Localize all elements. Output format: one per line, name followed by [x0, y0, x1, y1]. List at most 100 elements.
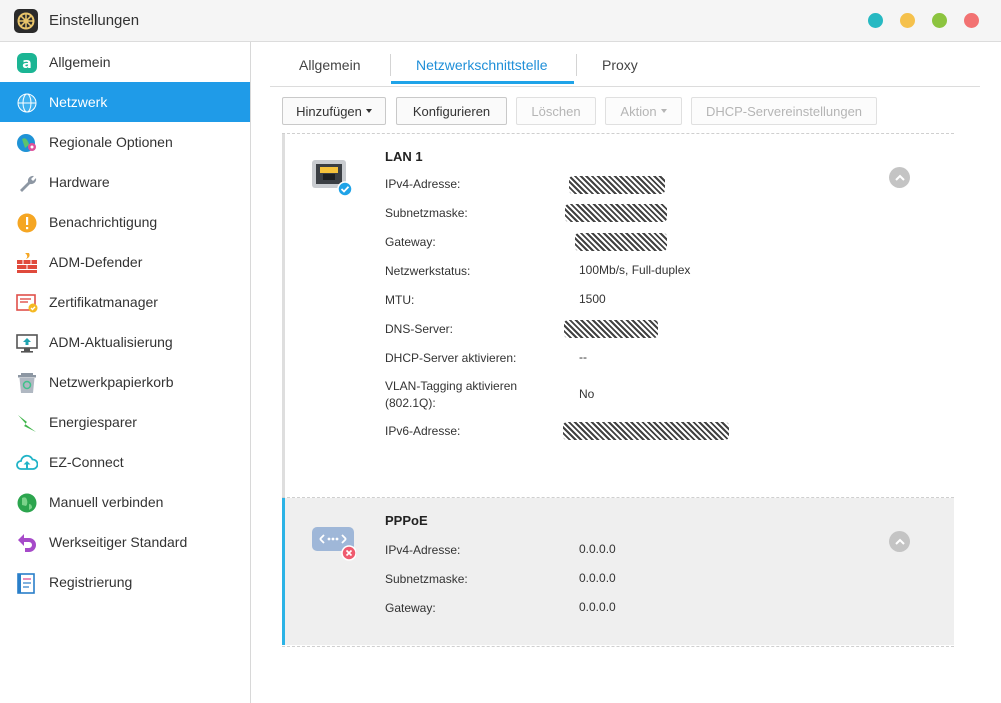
- svg-text:a: a: [22, 56, 31, 72]
- sidebar-item-allgemein[interactable]: a Allgemein: [0, 42, 250, 82]
- clipboard-icon: [17, 573, 35, 594]
- sidebar-item-adm-aktualisierung[interactable]: ADM-Aktualisierung: [0, 322, 250, 362]
- redacted-value: [569, 176, 665, 194]
- lan1-ipv4-label: IPv4-Adresse:: [385, 177, 461, 191]
- sidebar-item-adm-defender[interactable]: ADM-Defender: [0, 242, 250, 282]
- sidebar-item-label: Hardware: [49, 174, 110, 190]
- lan1-network-status-label: Netzwerkstatus:: [385, 264, 471, 278]
- sidebar-item-label: Manuell verbinden: [49, 494, 164, 510]
- alert-icon: [17, 213, 37, 233]
- sidebar-item-label: ADM-Defender: [49, 254, 143, 270]
- sidebar-item-label: Zertifikatmanager: [49, 294, 158, 310]
- lan1-title: LAN 1: [385, 149, 423, 164]
- lightning-icon: [18, 415, 36, 432]
- pppoe-subnet-label: Subnetzmaske:: [385, 572, 468, 586]
- lan1-dns-label: DNS-Server:: [385, 322, 454, 336]
- title-bar: Einstellungen: [0, 0, 1001, 42]
- redacted-value: [564, 320, 658, 338]
- lan1-dhcp-label: DHCP-Server aktivieren:: [385, 351, 517, 365]
- lan1-gateway-label: Gateway:: [385, 235, 436, 249]
- minimize-button[interactable]: [900, 13, 915, 28]
- sidebar-item-energiesparer[interactable]: Energiesparer: [0, 402, 250, 442]
- tab-allgemein[interactable]: Allgemein: [299, 57, 360, 73]
- pppoe-collapse-button[interactable]: [889, 531, 910, 552]
- add-button-label: Hinzufügen: [296, 103, 362, 119]
- lan1-ipv6-label: IPv6-Adresse:: [385, 424, 461, 438]
- sidebar-item-label: Regionale Optionen: [49, 134, 173, 150]
- window-title: Einstellungen: [49, 12, 140, 29]
- lan1-vlan-label: VLAN-Tagging aktivieren: [385, 379, 518, 393]
- delete-button[interactable]: Löschen: [516, 97, 596, 125]
- divider: [282, 646, 954, 647]
- sidebar-item-regionale-optionen[interactable]: Regionale Optionen: [0, 122, 250, 162]
- delete-button-label: Löschen: [531, 103, 581, 119]
- settings-app-icon: [14, 9, 38, 33]
- sidebar-item-label: EZ-Connect: [49, 454, 124, 470]
- sidebar-item-netzwerk[interactable]: Netzwerk: [0, 82, 250, 122]
- action-button[interactable]: Aktion: [605, 97, 682, 125]
- sidebar-item-label: Benachrichtigung: [49, 214, 158, 230]
- redacted-value: [575, 233, 667, 251]
- firewall-icon: [17, 253, 37, 273]
- sidebar-item-ez-connect[interactable]: EZ-Connect: [0, 442, 250, 482]
- sidebar-item-label: Netzwerkpapierkorb: [49, 374, 174, 390]
- chevron-down-icon: [660, 109, 667, 113]
- help-button[interactable]: [868, 13, 883, 28]
- sidebar-item-benachrichtigung[interactable]: Benachrichtigung: [0, 202, 250, 242]
- sidebar-item-registrierung[interactable]: Registrierung: [0, 562, 250, 602]
- sidebar-item-label: Registrierung: [49, 574, 133, 590]
- pppoe-gateway-value: 0.0.0.0: [579, 600, 616, 614]
- undo-arrow-icon: [18, 534, 36, 552]
- sidebar-item-zertifikatmanager[interactable]: Zertifikatmanager: [0, 282, 250, 322]
- card-left-bar: [282, 134, 285, 497]
- pppoe-card[interactable]: PPPoE IPv4-Adresse: 0.0.0.0 Subnetzmaske…: [282, 498, 954, 645]
- maximize-button[interactable]: [932, 13, 947, 28]
- asustor-a-icon: a: [17, 53, 37, 73]
- pppoe-gateway-label: Gateway:: [385, 601, 436, 615]
- sidebar-item-manuell-verbinden[interactable]: Manuell verbinden: [0, 482, 250, 522]
- lan1-dhcp-value: --: [579, 350, 587, 364]
- sidebar-item-label: Netzwerk: [49, 94, 108, 110]
- sidebar-item-label: Allgemein: [49, 54, 111, 70]
- main-panel: Allgemein Netzwerkschnittstelle Proxy Hi…: [252, 42, 1001, 703]
- add-button[interactable]: Hinzufügen: [282, 97, 386, 125]
- lan1-network-status-value: 100Mb/s, Full-duplex: [579, 263, 691, 277]
- configure-button[interactable]: Konfigurieren: [396, 97, 507, 125]
- dhcp-settings-button[interactable]: DHCP-Servereinstellungen: [691, 97, 877, 125]
- pppoe-connection-icon: [312, 527, 356, 561]
- dhcp-settings-button-label: DHCP-Servereinstellungen: [705, 103, 863, 119]
- lan1-subnet-label: Subnetzmaske:: [385, 206, 468, 220]
- globe-green-icon: [17, 493, 37, 513]
- tab-proxy[interactable]: Proxy: [602, 57, 638, 73]
- tab-divider: [576, 54, 577, 76]
- tab-netzwerkschnittstelle[interactable]: Netzwerkschnittstelle: [416, 57, 548, 73]
- sidebar-item-label: ADM-Aktualisierung: [49, 334, 173, 350]
- lan1-vlan-value: No: [579, 387, 595, 401]
- action-button-label: Aktion: [620, 103, 657, 119]
- redacted-value: [565, 204, 667, 222]
- sidebar-item-werkseitiger-standard[interactable]: Werkseitiger Standard: [0, 522, 250, 562]
- ethernet-port-icon: [312, 160, 353, 197]
- active-tab-indicator: [391, 81, 574, 84]
- certificate-icon: [16, 294, 38, 313]
- close-button[interactable]: [964, 13, 979, 28]
- globe-pin-icon: [17, 134, 36, 152]
- lan1-vlan-label-line2: (802.1Q):: [385, 396, 436, 410]
- pppoe-ipv4-value: 0.0.0.0: [579, 542, 616, 556]
- lan1-card[interactable]: LAN 1 IPv4-Adresse: Subnetzmaske: Gatewa…: [282, 134, 954, 497]
- monitor-upload-icon: [16, 334, 38, 353]
- lan1-collapse-button[interactable]: [889, 167, 910, 188]
- lan1-mtu-label: MTU:: [385, 293, 415, 307]
- pppoe-title: PPPoE: [385, 513, 428, 528]
- tabs-divider: [270, 86, 980, 87]
- globe-icon: [17, 93, 37, 113]
- chevron-down-icon: [365, 109, 372, 113]
- redacted-value: [563, 422, 729, 440]
- wrench-icon: [20, 175, 37, 192]
- configure-button-label: Konfigurieren: [412, 103, 491, 119]
- sidebar: a Allgemein Netzwerk Regionale Optionen …: [0, 42, 251, 703]
- chevron-up-icon: [894, 538, 905, 545]
- sidebar-item-netzwerkpapierkorb[interactable]: Netzwerkpapierkorb: [0, 362, 250, 402]
- sidebar-item-hardware[interactable]: Hardware: [0, 162, 250, 202]
- cloud-upload-icon: [16, 454, 38, 470]
